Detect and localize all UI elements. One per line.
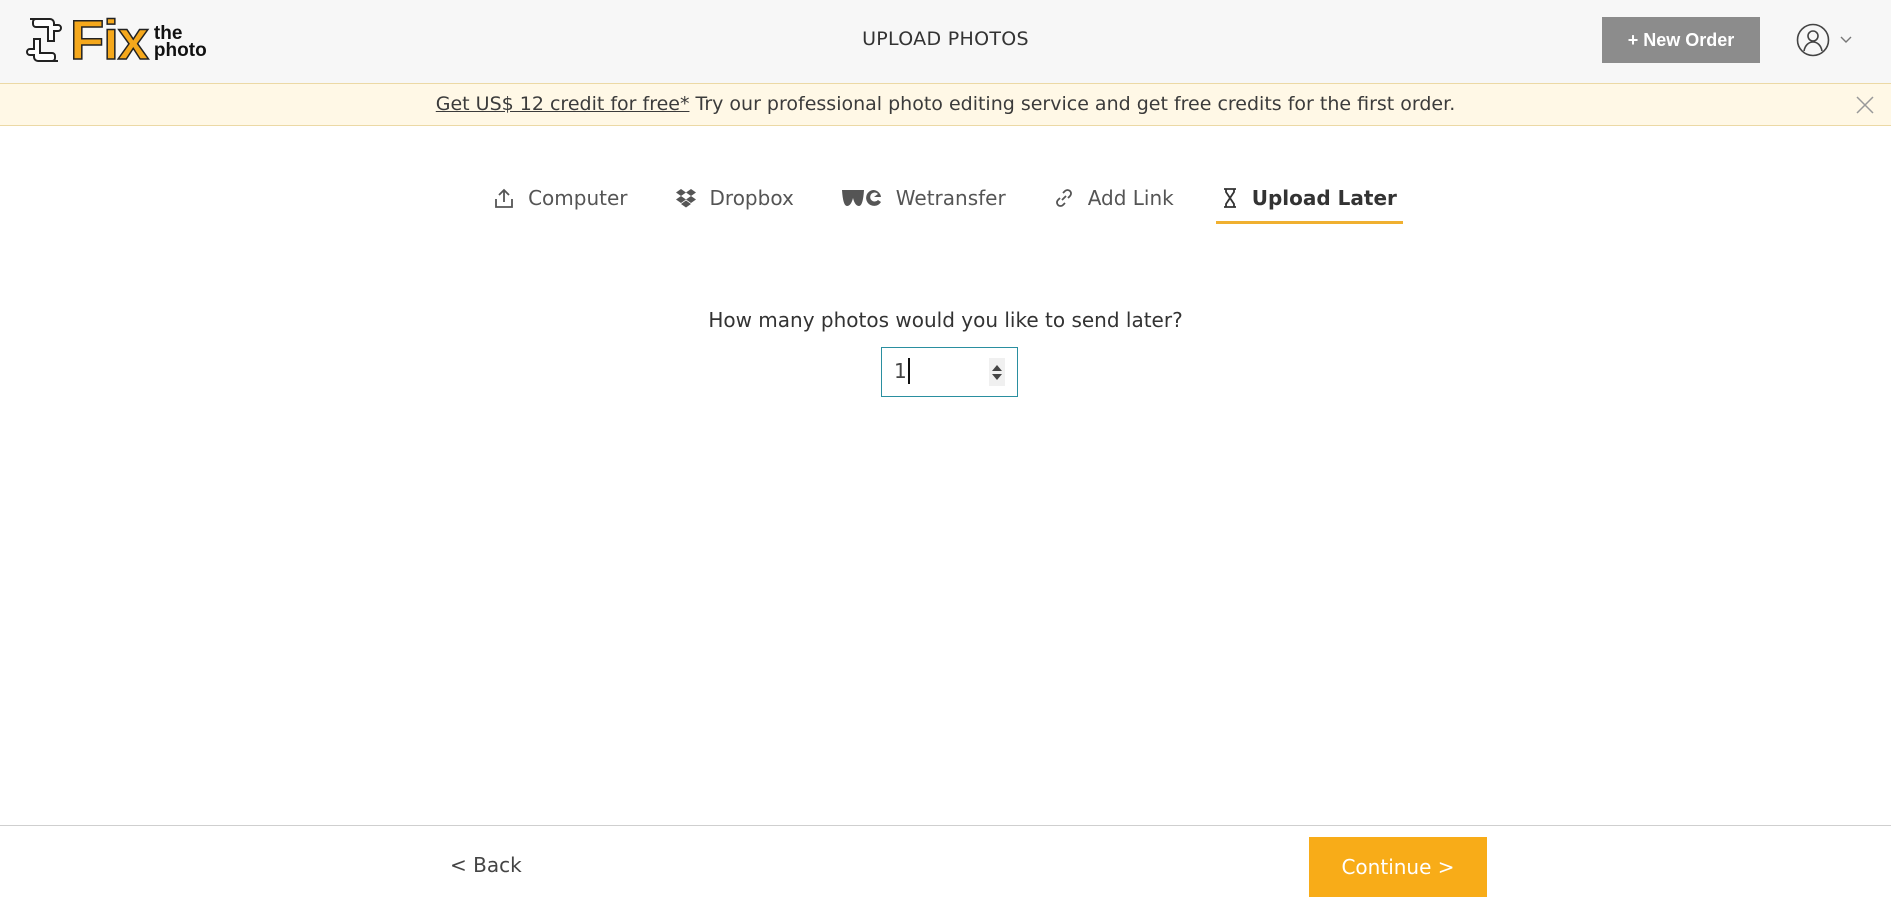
promo-banner: Get US$ 12 credit for free* Try our prof… [0, 83, 1891, 126]
promo-description: Try our professional photo editing servi… [689, 93, 1456, 115]
close-icon[interactable] [1856, 96, 1874, 114]
continue-button[interactable]: Continue > [1309, 837, 1487, 897]
tab-label: Add Link [1087, 186, 1174, 210]
tab-label: Dropbox [709, 186, 794, 210]
back-button[interactable]: < Back [450, 853, 522, 877]
increment-arrow-icon[interactable] [992, 364, 1002, 371]
user-avatar-icon [1796, 23, 1830, 57]
photo-count-question: How many photos would you like to send l… [708, 308, 1183, 332]
tab-computer[interactable]: Computer [488, 186, 633, 224]
promo-text: Get US$ 12 credit for free* Try our prof… [0, 93, 1891, 115]
promo-credit-link[interactable]: Get US$ 12 credit for free* [436, 93, 690, 115]
chevron-down-icon [1840, 36, 1852, 43]
decrement-arrow-icon[interactable] [992, 373, 1002, 380]
tab-add-link[interactable]: Add Link [1048, 186, 1180, 224]
footer-divider [0, 825, 1891, 826]
link-icon [1055, 189, 1072, 207]
top-header: Fix the photo UPLOAD PHOTOS + New Order [0, 0, 1891, 83]
quantity-stepper[interactable] [989, 358, 1005, 386]
dropbox-icon [675, 189, 696, 208]
tab-label: Upload Later [1251, 186, 1397, 210]
tab-label: Computer [528, 186, 628, 210]
tab-upload-later[interactable]: Upload Later [1215, 186, 1404, 224]
user-menu[interactable] [1796, 22, 1852, 58]
photo-count-input[interactable]: 1 [881, 347, 1018, 397]
tab-dropbox[interactable]: Dropbox [670, 186, 800, 224]
new-order-button[interactable]: + New Order [1602, 17, 1760, 63]
upload-source-tabs: Computer Dropbox Wetransfer Add Link Upl… [0, 186, 1891, 224]
tab-label: Wetransfer [895, 186, 1006, 210]
wetransfer-icon [841, 189, 881, 206]
hourglass-icon [1223, 188, 1236, 208]
upload-icon [495, 188, 513, 208]
photo-count-value[interactable]: 1 [894, 358, 910, 384]
tab-wetransfer[interactable]: Wetransfer [836, 186, 1012, 224]
